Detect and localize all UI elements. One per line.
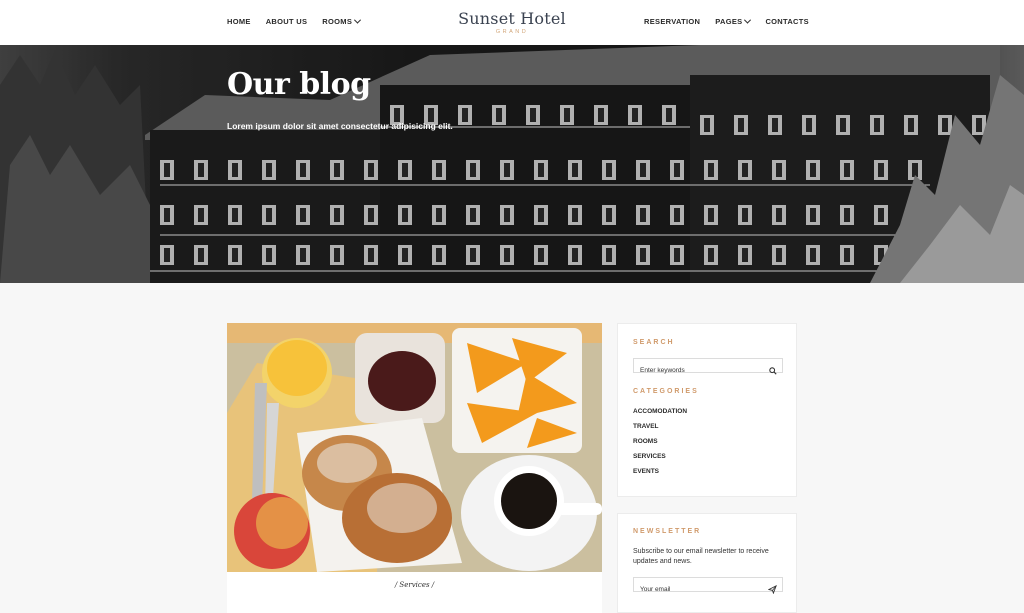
brand-subtitle: GRAND (495, 29, 529, 35)
categories-title: CATEGORIES (633, 388, 699, 395)
blog-post-card[interactable]: / Services / (227, 323, 602, 613)
site-header: HOME ABOUT US ROOMS Sunset Hotel GRAND R… (0, 0, 1024, 45)
nav-about-us[interactable]: ABOUT US (266, 17, 308, 26)
category-services[interactable]: SERVICES (633, 453, 687, 468)
main-nav-right: RESERVATION PAGES CONTACTS (644, 16, 809, 26)
newsletter-text: Subscribe to our email newsletter to rec… (633, 548, 769, 565)
nav-pages-label: PAGES (715, 17, 743, 26)
hotel-building-image (0, 45, 1024, 283)
search-box (633, 358, 783, 377)
main-nav-left: HOME ABOUT US ROOMS (227, 16, 362, 26)
site-logo: Sunset Hotel GRAND (0, 9, 1024, 35)
search-icon[interactable] (769, 362, 777, 380)
search-title: SEARCH (633, 339, 675, 346)
nav-rooms-label: ROOMS (322, 17, 353, 26)
email-field[interactable] (634, 583, 764, 596)
nav-contacts[interactable]: CONTACTS (765, 17, 809, 26)
nav-home[interactable]: HOME (227, 17, 251, 26)
categories-list: ACCOMODATION TRAVEL ROOMS SERVICES EVENT… (633, 408, 687, 483)
chevron-down-icon (354, 16, 362, 24)
category-travel[interactable]: TRAVEL (633, 423, 687, 438)
category-accomodation[interactable]: ACCOMODATION (633, 408, 687, 423)
page-title: Our blog (227, 67, 371, 102)
post-category[interactable]: / Services / (227, 581, 602, 589)
brand-title: Sunset Hotel (458, 9, 566, 28)
newsletter-form (633, 577, 783, 596)
category-events[interactable]: EVENTS (633, 468, 687, 483)
chevron-down-icon (744, 16, 752, 24)
search-input[interactable] (634, 364, 764, 377)
newsletter-widget: NEWSLETTER Subscribe to our email newsle… (617, 513, 797, 613)
breakfast-image[interactable] (227, 323, 602, 572)
nav-reservation[interactable]: RESERVATION (644, 17, 700, 26)
hero-banner: Our blog Lorem ipsum dolor sit amet cons… (0, 45, 1024, 283)
nav-rooms[interactable]: ROOMS (322, 16, 362, 26)
page-subtitle: Lorem ipsum dolor sit amet consectetur a… (227, 121, 453, 131)
send-icon[interactable] (767, 581, 777, 599)
category-rooms[interactable]: ROOMS (633, 438, 687, 453)
sidebar-search-widget: SEARCH CATEGORIES ACCOMODATION TRAVEL RO… (617, 323, 797, 497)
newsletter-title: NEWSLETTER (633, 528, 702, 535)
nav-pages[interactable]: PAGES (715, 16, 752, 26)
